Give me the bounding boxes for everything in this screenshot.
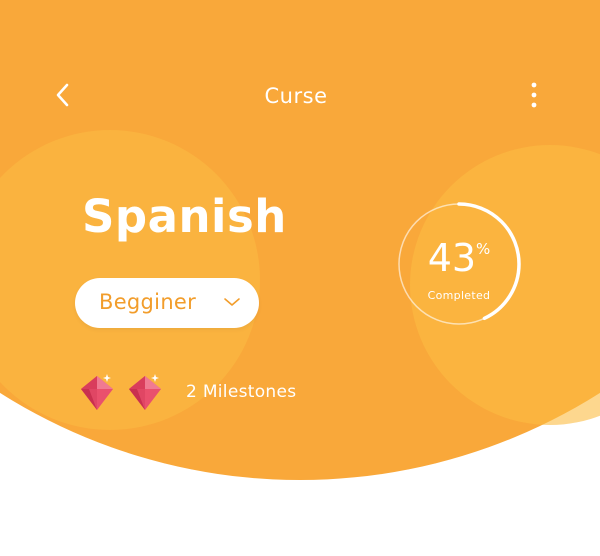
- level-dropdown[interactable]: Begginer: [75, 278, 259, 328]
- more-options-button[interactable]: [522, 78, 546, 112]
- progress-caption: Completed: [427, 289, 491, 302]
- course-screen: Curse Spanish Begginer 43% Completed 2 M…: [0, 0, 600, 556]
- page-title: Curse: [264, 84, 328, 108]
- more-vertical-icon: [531, 82, 537, 108]
- level-label: Begginer: [99, 290, 197, 314]
- progress-percent-sign: %: [476, 240, 491, 258]
- milestones-label: 2 Milestones: [186, 382, 297, 402]
- chevron-down-icon: [224, 298, 240, 306]
- gem-icon: [129, 374, 161, 410]
- progress-ring: 43% Completed: [396, 201, 522, 327]
- top-bar: Curse: [0, 72, 600, 122]
- progress-percent-value: 43: [427, 236, 477, 280]
- gem-icon: [81, 374, 113, 410]
- course-title: Spanish: [82, 190, 287, 243]
